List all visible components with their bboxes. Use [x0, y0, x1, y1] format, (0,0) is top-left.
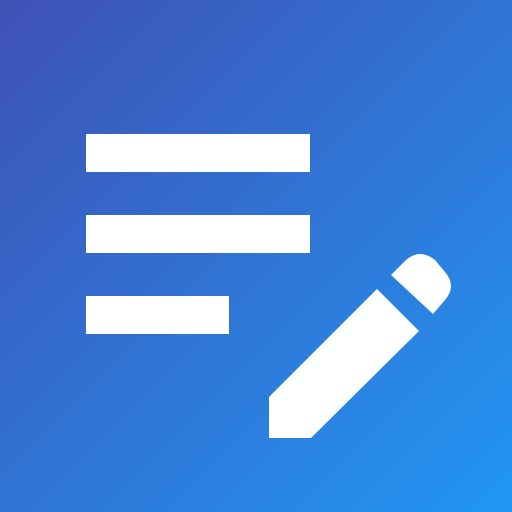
app-icon[interactable]	[0, 0, 512, 512]
notes-edit-icon	[0, 0, 512, 512]
text-line-2	[86, 215, 310, 253]
text-line-1	[86, 134, 310, 172]
icon-background	[0, 0, 512, 512]
text-line-3	[86, 296, 229, 334]
